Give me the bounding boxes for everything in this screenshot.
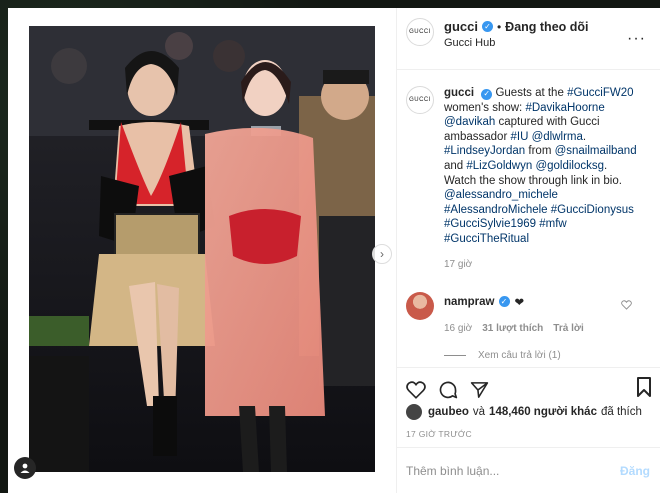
photo-illustration bbox=[29, 26, 375, 472]
like-button[interactable] bbox=[406, 381, 426, 399]
post-photo[interactable] bbox=[29, 26, 375, 472]
post-sidebar: GUCCI gucci ✓ • Đang theo dõi Gucci Hub … bbox=[396, 8, 660, 493]
post-modal: › GUCCI gucci ✓ • Đang theo dõi Gucci Hu… bbox=[8, 8, 660, 493]
caption-link[interactable]: #GucciDionysus bbox=[551, 204, 634, 216]
view-replies-label: Xem câu trả lời (1) bbox=[478, 349, 561, 361]
carousel-next-button[interactable]: › bbox=[372, 244, 392, 264]
heart-outline-icon bbox=[621, 299, 632, 310]
caption-link[interactable]: #GucciSylvie1969 bbox=[444, 218, 536, 230]
likes-summary: gaubeo và 148,460 người khác đã thích bbox=[397, 404, 660, 420]
post-timestamp: 17 GIỜ TRƯỚC bbox=[406, 429, 472, 439]
comment-author-username[interactable]: nampraw bbox=[444, 296, 495, 308]
caption-age: 17 giờ bbox=[444, 258, 473, 270]
post-location[interactable]: Gucci Hub bbox=[444, 37, 589, 49]
header-username-row: gucci ✓ • Đang theo dõi bbox=[444, 19, 589, 34]
verified-badge-icon: ✓ bbox=[498, 296, 510, 308]
post-header: GUCCI gucci ✓ • Đang theo dõi Gucci Hub … bbox=[397, 8, 660, 70]
more-horizontal-icon: ··· bbox=[627, 30, 646, 47]
avatar-logo-text: GUCCI bbox=[409, 29, 431, 35]
caption-text-segment: . bbox=[582, 130, 587, 143]
comment-likes-count[interactable]: 31 lượt thích bbox=[482, 323, 543, 334]
header-names: gucci ✓ • Đang theo dõi Gucci Hub bbox=[444, 19, 589, 49]
caption: GUCCI gucci ✓ Guests at the #GucciFW20 w… bbox=[406, 86, 650, 270]
liker-avatar[interactable] bbox=[406, 404, 422, 420]
likes-count[interactable]: 148,460 người khác bbox=[489, 406, 597, 418]
caption-link[interactable]: @goldilocksg bbox=[535, 160, 604, 172]
caption-link[interactable]: #AlessandroMichele bbox=[444, 204, 548, 216]
comment-button[interactable] bbox=[438, 380, 458, 400]
caption-link[interactable]: #GucciTheRitual bbox=[444, 233, 529, 245]
likes-connector: và bbox=[472, 406, 486, 418]
chevron-right-icon: › bbox=[380, 247, 384, 261]
caption-body: Guests at the #GucciFW20 women's show: #… bbox=[444, 87, 637, 245]
caption-link[interactable]: #LindseyJordan bbox=[444, 145, 525, 157]
avatar-logo-text: GUCCI bbox=[409, 97, 431, 103]
comments-section: GUCCI gucci ✓ Guests at the #GucciFW20 w… bbox=[397, 70, 660, 368]
verified-badge-icon: ✓ bbox=[481, 88, 493, 100]
save-button[interactable] bbox=[636, 377, 652, 400]
caption-text-segment: from bbox=[525, 145, 555, 158]
replies-divider bbox=[444, 354, 466, 356]
caption-link[interactable]: #DavikaHoorne bbox=[525, 102, 604, 114]
caption-link[interactable]: @davikah bbox=[444, 116, 495, 128]
action-bar bbox=[397, 368, 660, 404]
caption-text-segment: and bbox=[444, 159, 467, 172]
heart-outline-icon bbox=[406, 381, 426, 399]
tagged-users-button[interactable] bbox=[14, 457, 36, 479]
caption-link[interactable]: #LizGoldwyn bbox=[466, 160, 532, 172]
comment-reply-button[interactable]: Trả lời bbox=[553, 323, 583, 334]
author-username[interactable]: gucci bbox=[444, 19, 478, 34]
comment-input[interactable] bbox=[406, 463, 620, 478]
caption-text-segment: women's show: bbox=[444, 101, 526, 114]
following-button[interactable]: Đang theo dõi bbox=[505, 20, 588, 34]
caption-author-avatar[interactable]: GUCCI bbox=[406, 86, 434, 114]
separator-dot: • bbox=[496, 19, 502, 34]
caption-link[interactable]: @dlwlrma bbox=[532, 131, 583, 143]
bookmark-icon bbox=[637, 377, 651, 397]
comment-age: 16 giờ bbox=[444, 322, 473, 334]
comment-author-avatar[interactable] bbox=[406, 291, 434, 320]
comment-body: nampraw ✓ ❤ 16 giờ 31 lượt thích Trả lời bbox=[444, 292, 584, 334]
post-comment-button[interactable]: Đăng bbox=[620, 464, 650, 478]
caption-author-username[interactable]: gucci bbox=[444, 87, 474, 99]
post-media: › bbox=[8, 8, 396, 493]
caption-link[interactable]: #mfw bbox=[539, 218, 566, 230]
like-comment-button[interactable] bbox=[621, 299, 632, 313]
send-icon bbox=[470, 382, 489, 398]
verified-badge-icon: ✓ bbox=[481, 21, 493, 32]
more-options-button[interactable]: ··· bbox=[627, 31, 646, 47]
caption-text: gucci ✓ Guests at the #GucciFW20 women's… bbox=[444, 86, 640, 247]
caption-link[interactable]: @snailmailband bbox=[555, 145, 637, 157]
caption-text-segment: Guests at the bbox=[495, 87, 568, 99]
caption-link[interactable]: @alessandro_michele bbox=[444, 189, 558, 201]
add-comment-bar: Đăng bbox=[397, 447, 660, 493]
comment-meta: 16 giờ 31 lượt thích Trả lời bbox=[444, 323, 584, 334]
comment-item: nampraw ✓ ❤ 16 giờ 31 lượt thích Trả lời bbox=[406, 291, 650, 334]
share-button[interactable] bbox=[470, 381, 489, 399]
comment-bubble-icon bbox=[439, 381, 458, 399]
user-icon bbox=[20, 463, 30, 473]
caption-link[interactable]: #GucciFW20 bbox=[567, 87, 633, 99]
caption-link[interactable]: #IU bbox=[510, 131, 528, 143]
author-avatar[interactable]: GUCCI bbox=[406, 18, 434, 46]
liker-username[interactable]: gaubeo bbox=[428, 406, 469, 418]
view-replies-button[interactable]: Xem câu trả lời (1) bbox=[444, 350, 650, 361]
comment-text: ❤ bbox=[514, 296, 525, 309]
likes-suffix: đã thích bbox=[600, 406, 642, 418]
